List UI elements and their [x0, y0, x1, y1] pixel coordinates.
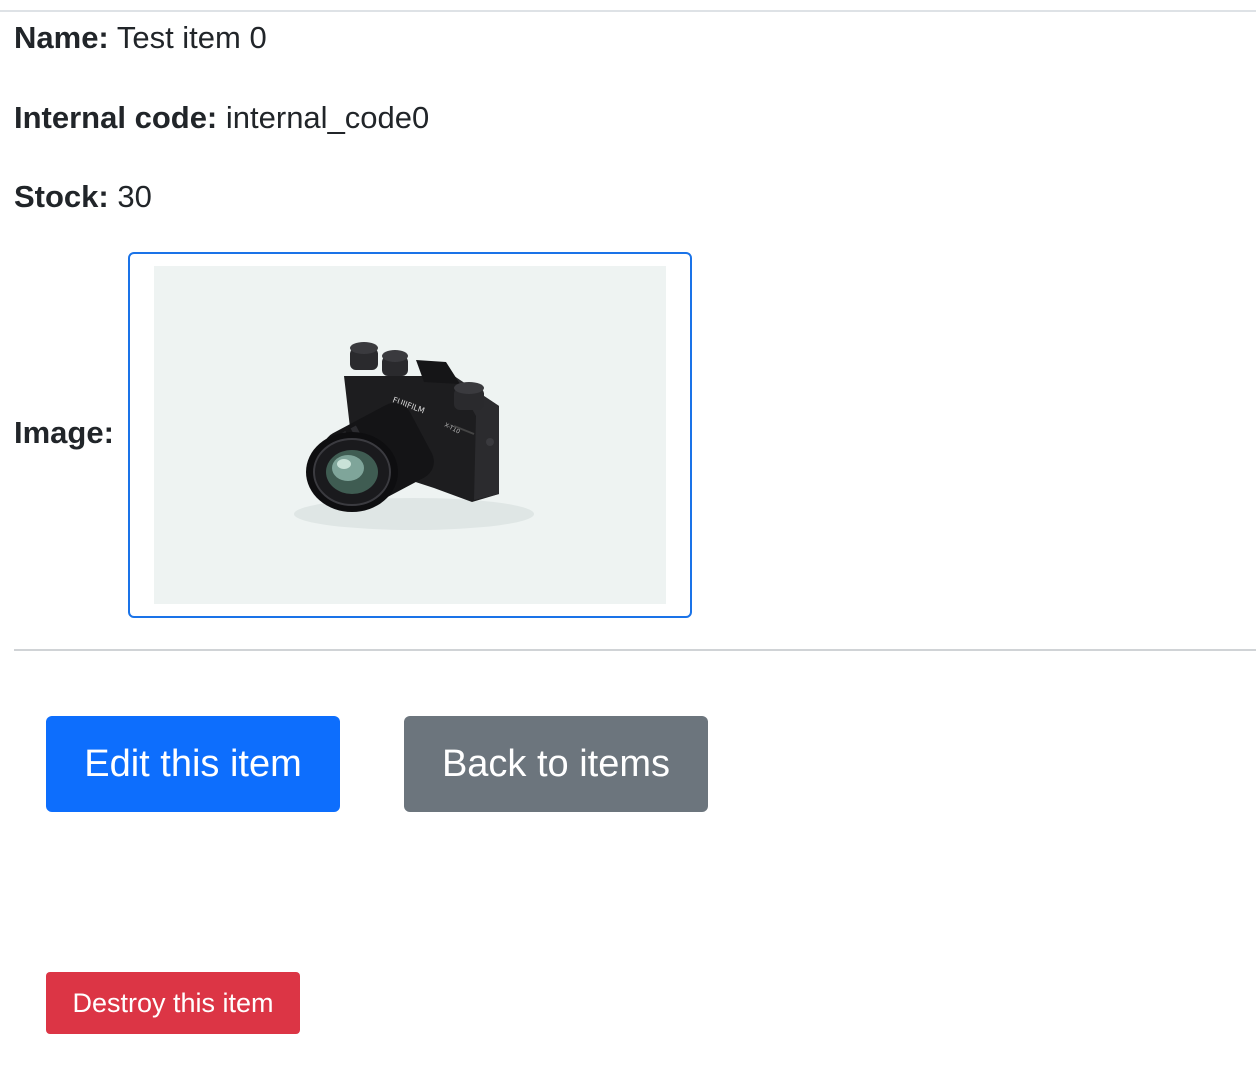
stock-label: Stock: — [14, 179, 109, 214]
internal-code-value: internal_code0 — [225, 100, 430, 135]
image-field: Image: — [14, 413, 114, 453]
stock-field: Stock: 30 — [14, 177, 152, 217]
camera-photo-icon: FUJIFILM X-T10 — [154, 266, 666, 604]
item-image-frame: FUJIFILM X-T10 — [128, 252, 692, 618]
destroy-item-button[interactable]: Destroy this item — [46, 972, 300, 1034]
name-label: Name: — [14, 20, 109, 55]
stock-value: 30 — [117, 179, 152, 214]
internal-code-field: Internal code: internal_code0 — [14, 98, 429, 138]
name-field: Name: Test item 0 — [14, 18, 267, 58]
section-divider — [14, 649, 1256, 651]
edit-item-button[interactable]: Edit this item — [46, 716, 340, 812]
internal-code-label: Internal code: — [14, 100, 218, 135]
item-image: FUJIFILM X-T10 — [154, 266, 666, 604]
back-to-items-button[interactable]: Back to items — [404, 716, 708, 812]
top-divider — [0, 10, 1256, 12]
image-label: Image: — [14, 415, 114, 450]
name-value: Test item 0 — [116, 20, 267, 55]
